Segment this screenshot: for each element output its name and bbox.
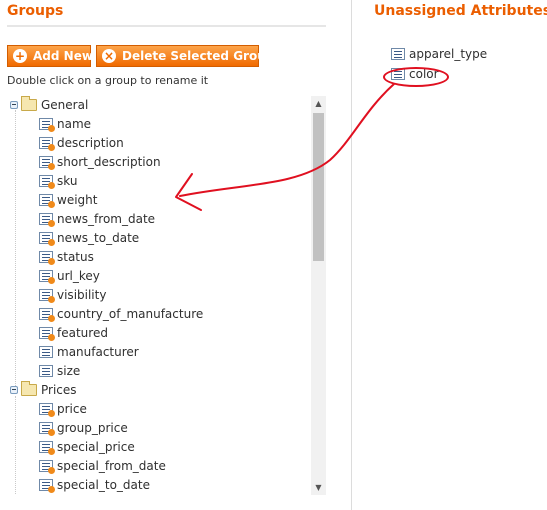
- annotation-arrow: [175, 83, 395, 211]
